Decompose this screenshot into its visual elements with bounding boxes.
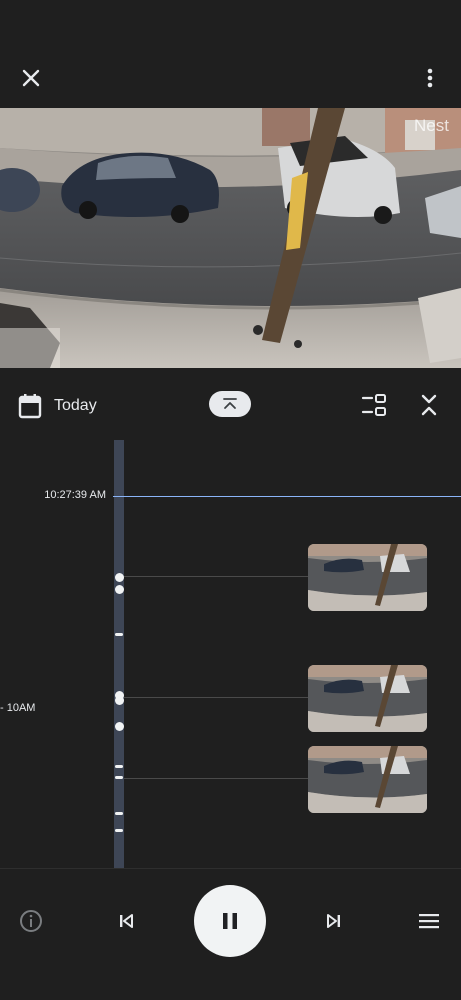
camera-clip-thumbnail [308, 665, 427, 732]
more-vertical-icon [427, 68, 433, 88]
close-icon [22, 69, 40, 87]
info-icon [20, 910, 42, 932]
calendar-icon [18, 394, 42, 419]
timeline-controls: Today [0, 368, 461, 440]
event-connector [124, 576, 310, 577]
event-marker[interactable] [115, 722, 124, 731]
timeline-rail[interactable] [114, 440, 124, 868]
current-time-label: 10:27:39 AM [44, 489, 106, 501]
skip-next-icon [327, 914, 340, 928]
date-label: Today [54, 397, 97, 414]
pause-button[interactable] [194, 885, 266, 957]
event-thumbnail[interactable] [308, 746, 427, 813]
camera-clip-thumbnail [308, 544, 427, 611]
event-tick [115, 633, 123, 636]
event-tick [115, 776, 123, 779]
event-tick [115, 829, 123, 832]
close-button[interactable] [10, 57, 52, 99]
camera-clip-thumbnail [308, 746, 427, 813]
playback-controls [0, 868, 461, 1000]
current-time-indicator [113, 496, 461, 497]
event-marker[interactable] [115, 573, 124, 582]
nest-watermark: Nest [414, 116, 449, 135]
hour-marker-label: - 10AM [0, 702, 36, 714]
event-thumbnail[interactable] [308, 544, 427, 611]
menu-icon [419, 914, 439, 929]
more-options-button[interactable] [409, 57, 451, 99]
event-timeline[interactable]: 10:27:39 AM - 10AM [0, 440, 461, 868]
event-marker[interactable] [115, 696, 124, 705]
top-bar [0, 0, 461, 108]
pause-icon [223, 913, 237, 929]
compress-icon [421, 394, 437, 416]
event-connector [124, 778, 310, 779]
chevron-up-icon [223, 398, 237, 409]
street-scene-image [0, 108, 461, 368]
event-thumbnail[interactable] [308, 665, 427, 732]
next-event-button[interactable] [320, 907, 348, 935]
compress-view-button[interactable] [414, 390, 444, 420]
collapse-timeline-button[interactable] [209, 391, 251, 417]
menu-button[interactable] [414, 907, 444, 935]
layout-toggle-button[interactable] [358, 390, 390, 420]
event-connector [124, 697, 310, 698]
skip-previous-icon [120, 914, 133, 928]
date-picker-button[interactable]: Today [18, 392, 97, 420]
event-tick [115, 812, 123, 815]
info-button[interactable] [17, 907, 45, 935]
event-tick [115, 765, 123, 768]
layout-toggle-icon [361, 394, 386, 416]
previous-event-button[interactable] [112, 907, 140, 935]
event-marker[interactable] [115, 585, 124, 594]
camera-live-view[interactable]: Nest [0, 108, 461, 368]
